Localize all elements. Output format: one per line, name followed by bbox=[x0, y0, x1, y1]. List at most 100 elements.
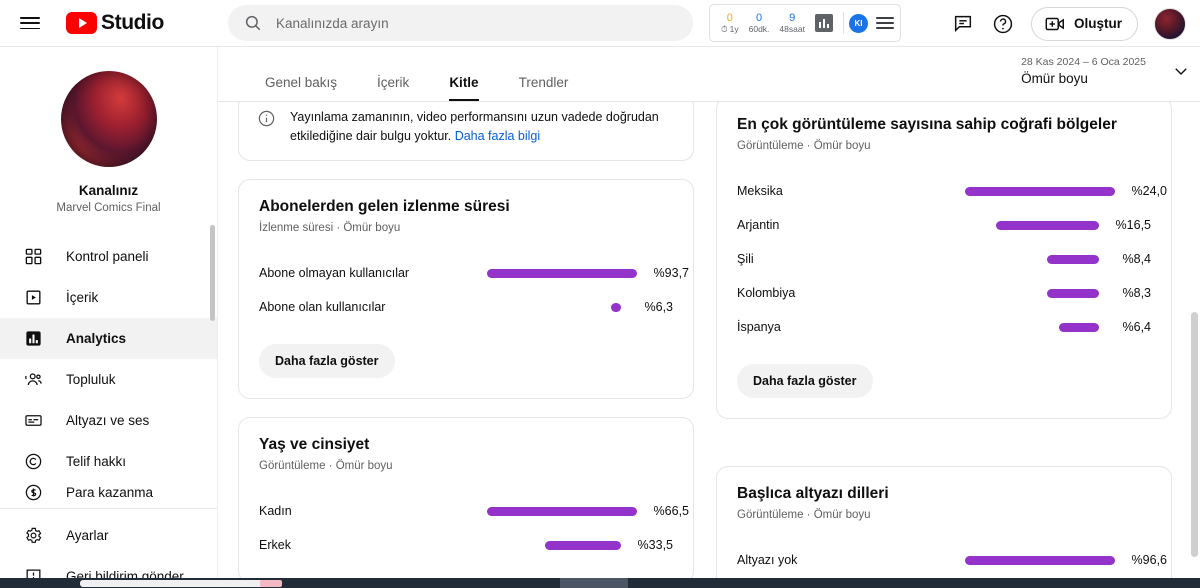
hamburger-icon[interactable] bbox=[18, 11, 42, 35]
tab-icerik[interactable]: İçerik bbox=[357, 75, 429, 101]
sidebar-divider bbox=[0, 508, 217, 509]
community-people-icon bbox=[22, 369, 44, 391]
main-scrollbar[interactable] bbox=[1191, 312, 1198, 557]
menu-icon[interactable] bbox=[875, 16, 894, 30]
row-value: %66,5 bbox=[653, 504, 689, 518]
top-right-actions: Oluştur bbox=[951, 0, 1186, 47]
tab-trendler[interactable]: Trendler bbox=[499, 75, 589, 101]
top-bar: Studio 0 ⏱1y 0 60dk. 9 48saat KI bbox=[0, 0, 1200, 47]
bar-fill bbox=[965, 555, 1115, 565]
row-label: Abone olan kullanıcılar bbox=[259, 300, 386, 314]
bar-fill bbox=[1046, 254, 1099, 264]
row-label: Kolombiya bbox=[737, 286, 796, 300]
sidebar-item-label: Analytics bbox=[66, 331, 127, 346]
cards-scroll-area[interactable]: Yayınlama zamanının, video performansını… bbox=[218, 102, 1200, 588]
table-row[interactable]: Altyazı yok %96,6 bbox=[737, 543, 1167, 577]
help-icon[interactable] bbox=[991, 12, 1015, 36]
sidebar-item-topluluk[interactable]: Topluluk bbox=[0, 359, 217, 400]
card-subtitle: Görüntüleme · Ömür boyu bbox=[737, 509, 871, 521]
sidebar-item-analytics[interactable]: Analytics bbox=[0, 318, 217, 359]
ki-badge-icon[interactable]: KI bbox=[848, 13, 868, 33]
channel-header: Kanalınız Marvel Comics Final bbox=[0, 47, 217, 214]
table-row[interactable]: İspanya %6,4 bbox=[737, 310, 1151, 344]
search-bar[interactable] bbox=[228, 5, 693, 41]
row-label: Altyazı yok bbox=[737, 553, 798, 567]
publish-time-info-card: Yayınlama zamanının, video performansını… bbox=[238, 102, 694, 161]
row-label: Abone olmayan kullanıcılar bbox=[259, 266, 410, 280]
stat-value: 0 bbox=[726, 11, 733, 24]
show-more-button[interactable]: Daha fazla göster bbox=[737, 364, 873, 398]
copyright-icon bbox=[22, 451, 44, 473]
sidebar-item-label: Ayarlar bbox=[66, 528, 109, 543]
bar-track bbox=[965, 288, 1107, 298]
date-range-dates: 28 Kas 2024 – 6 Oca 2025 bbox=[1021, 56, 1146, 68]
stat-item-1[interactable]: 0 60dk. bbox=[744, 12, 775, 35]
studio-logo[interactable]: Studio bbox=[66, 11, 164, 35]
table-row[interactable]: Şili %8,4 bbox=[737, 242, 1151, 276]
feedback-icon[interactable] bbox=[951, 12, 975, 36]
card-subtitle: Görüntüleme · Ömür boyu bbox=[737, 140, 871, 152]
content-video-icon bbox=[22, 287, 44, 309]
monetization-icon bbox=[22, 482, 44, 502]
horizontal-scrollbar-accent[interactable] bbox=[260, 580, 282, 587]
stat-value: 0 bbox=[755, 11, 763, 24]
dashboard-icon bbox=[22, 246, 44, 268]
search-input[interactable] bbox=[276, 15, 656, 31]
sidebar-item-ayarlar[interactable]: Ayarlar bbox=[0, 515, 217, 556]
bar-track bbox=[965, 254, 1107, 264]
table-row[interactable]: Kadın %66,5 bbox=[259, 494, 689, 528]
sidebar-item-para-kazanma[interactable]: Para kazanma bbox=[0, 482, 217, 502]
stat-label: 60dk. bbox=[748, 23, 770, 34]
channel-stats-box[interactable]: 0 ⏱ 1y 0 60dk. 9 48saat KI bbox=[709, 4, 901, 42]
stat-label: ⏱ 1y bbox=[721, 23, 739, 34]
tab-genel-bakis[interactable]: Genel bakış bbox=[245, 75, 357, 101]
clock-icon: ⏱ bbox=[721, 23, 728, 34]
channel-avatar[interactable] bbox=[60, 71, 157, 167]
table-row[interactable]: Kolombiya %8,3 bbox=[737, 276, 1151, 310]
stat-item-2[interactable]: 9 48saat bbox=[774, 12, 810, 35]
info-card-link[interactable]: Daha fazla bilgi bbox=[455, 129, 540, 143]
bar-track bbox=[487, 506, 645, 516]
create-button[interactable]: Oluştur bbox=[1030, 6, 1138, 41]
sidebar-item-altyazi-ve-ses[interactable]: Altyazı ve ses bbox=[0, 400, 217, 441]
youtube-play-icon bbox=[66, 12, 97, 34]
bar-fill bbox=[995, 220, 1099, 230]
info-card-text: Yayınlama zamanının, video performansını… bbox=[290, 108, 675, 146]
geography-card: En çok görüntüleme sayısına sahip coğraf… bbox=[716, 102, 1172, 419]
bar-track bbox=[965, 186, 1123, 196]
search-icon bbox=[245, 15, 261, 31]
analytics-tabs: Genel bakış İçerik Kitle Trendler 28 Kas… bbox=[218, 47, 1200, 102]
sidebar-item-label: İçerik bbox=[66, 290, 99, 305]
bar-fill bbox=[1059, 322, 1099, 332]
date-range-selector[interactable]: 28 Kas 2024 – 6 Oca 2025 Ömür boyu bbox=[1021, 56, 1190, 86]
sidebar-item-icerik[interactable]: İçerik bbox=[0, 277, 217, 318]
row-label: İspanya bbox=[737, 320, 781, 334]
table-row[interactable]: Meksika %24,0 bbox=[737, 174, 1167, 208]
create-button-label: Oluştur bbox=[1073, 16, 1122, 31]
sidebar-scrollbar[interactable] bbox=[210, 225, 215, 321]
info-icon bbox=[258, 110, 275, 127]
bar-track bbox=[487, 540, 629, 550]
tab-kitle[interactable]: Kitle bbox=[429, 75, 498, 101]
brand-label: Studio bbox=[101, 11, 164, 34]
bar-chart-icon[interactable] bbox=[814, 14, 833, 32]
account-avatar[interactable] bbox=[1154, 7, 1186, 40]
table-row[interactable]: Arjantin %16,5 bbox=[737, 208, 1151, 242]
cards-grid: Yayınlama zamanının, video performansını… bbox=[218, 102, 1200, 588]
table-row[interactable]: Erkek %33,5 bbox=[259, 528, 673, 562]
sidebar-item-kontrol-paneli[interactable]: Kontrol paneli bbox=[0, 236, 217, 277]
left-column: Yayınlama zamanının, video performansını… bbox=[238, 102, 694, 588]
sidebar-nav: Kontrol paneli İçerik Analytics Topluluk… bbox=[0, 236, 217, 502]
stat-item-0[interactable]: 0 ⏱ 1y bbox=[716, 12, 744, 35]
table-row[interactable]: Abone olan kullanıcılar %6,3 bbox=[259, 290, 673, 324]
horizontal-scrollbar[interactable] bbox=[80, 580, 280, 587]
card-title: Yaş ve cinsiyet bbox=[259, 436, 370, 453]
bar-rows: Kadın %66,5 Erkek %33,5 bbox=[259, 494, 689, 562]
create-video-icon bbox=[1045, 17, 1064, 30]
table-row[interactable]: Abone olmayan kullanıcılar %93,7 bbox=[259, 256, 689, 290]
show-more-button[interactable]: Daha fazla göster bbox=[259, 344, 395, 378]
sidebar-item-telif-hakki[interactable]: Telif hakkı bbox=[0, 441, 217, 482]
row-value: %93,7 bbox=[653, 266, 689, 280]
subtitles-icon bbox=[22, 410, 44, 432]
subscriber-watchtime-card: Abonelerden gelen izlenme süresi İzlenme… bbox=[238, 179, 694, 399]
